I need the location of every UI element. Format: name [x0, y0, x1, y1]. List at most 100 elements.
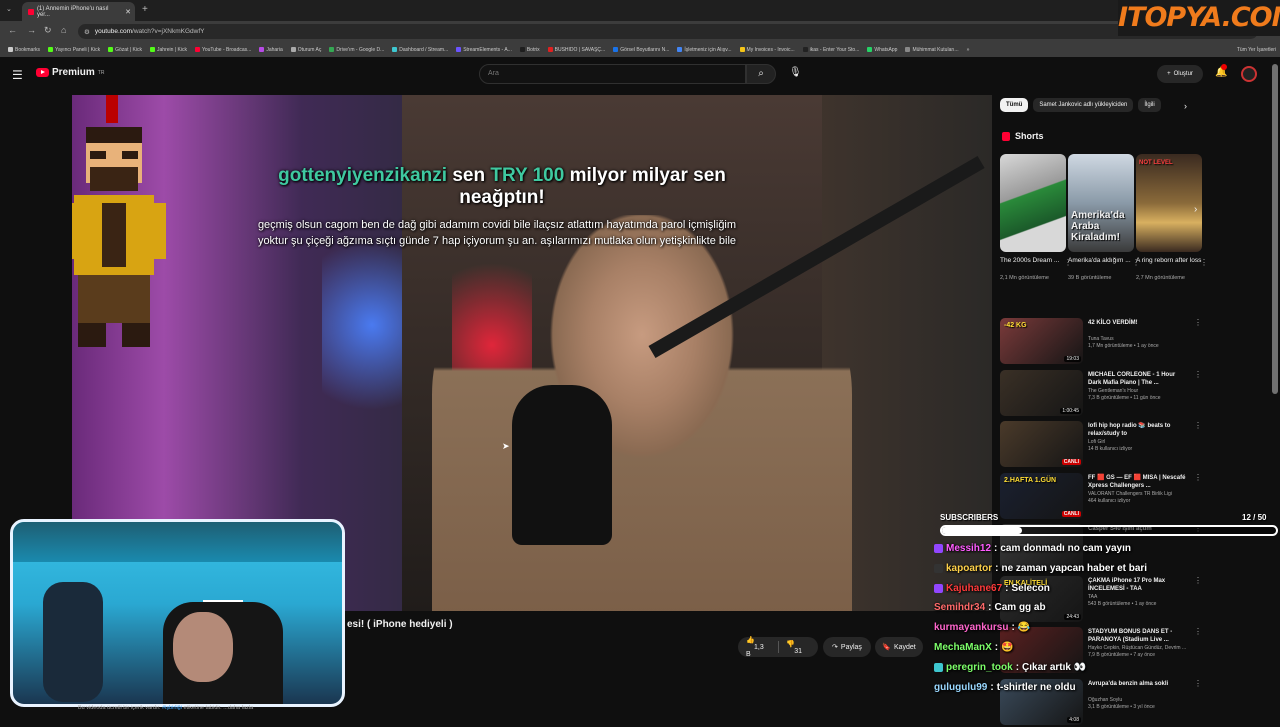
filter-chip[interactable]: Tümü	[1000, 98, 1029, 112]
site-info-icon[interactable]: ⚙	[84, 28, 90, 36]
short-thumbnail[interactable]	[1000, 154, 1066, 252]
home-icon[interactable]: ⌂	[61, 25, 66, 35]
recommendation-title[interactable]: Avrupa'da benzin alma sokli	[1088, 680, 1188, 688]
browser-tab-active[interactable]: (1) Annemin iPhone'u nasıl yer... ✕	[22, 2, 135, 21]
recommendation-channel[interactable]: VALORANT Challengers TR Birlik Ligi	[1088, 491, 1188, 498]
youtube-premium-logo[interactable]: Premium TR	[36, 67, 104, 78]
bookmark-favicon-icon	[867, 47, 873, 52]
filter-chip[interactable]: İlgili	[1138, 98, 1161, 112]
recommendation-title[interactable]: FF 🟥 GS — EF 🟥 MISA | Nescafé Xpress Cha…	[1088, 474, 1188, 490]
more-options-icon[interactable]: ⋮	[1200, 258, 1208, 267]
dislike-button[interactable]: 👎 31	[778, 640, 818, 655]
recommendation-title[interactable]: STADYUM BONUS DANS ET - PARANOYA (Stadiu…	[1088, 628, 1188, 644]
bookmark-item[interactable]: Botrix	[516, 47, 544, 53]
bookmark-item[interactable]: YouTube - Broadcas...	[191, 47, 255, 53]
bookmark-item[interactable]: Oturum Aç	[287, 47, 326, 53]
tab-search-icon[interactable]: ⌄	[6, 5, 12, 13]
bookmark-item[interactable]: İşletmeniz için Alışv...	[673, 47, 735, 53]
recommendation-item[interactable]: CANLI lofi hip hop radio 📚 beats to relax…	[1000, 421, 1202, 469]
recommendation-title[interactable]: ÇAKMA iPhone 17 Pro Max İNCELEMESİ - TAA	[1088, 577, 1188, 593]
reload-icon[interactable]: ↻	[44, 25, 52, 36]
bookmarks-overflow-icon[interactable]: »	[963, 47, 974, 53]
more-options-icon[interactable]: ⋮	[1194, 473, 1202, 482]
more-options-icon[interactable]: ⋮	[1194, 370, 1202, 379]
more-options-icon[interactable]: ⋮	[1194, 679, 1202, 688]
page-scrollbar[interactable]	[1272, 64, 1278, 394]
back-icon[interactable]: ←	[8, 25, 17, 35]
more-options-icon[interactable]: ⋮	[1194, 421, 1202, 430]
filter-chip[interactable]: Samet Jankovic adlı yükleyiciden	[1033, 98, 1134, 112]
dislike-count: 31	[794, 647, 802, 655]
menu-icon[interactable]: ☰	[12, 68, 23, 82]
recommendation-channel[interactable]: Tuna Tavus	[1088, 336, 1188, 343]
recommendation-meta: 3,1 B görüntüleme • 3 yıl önce	[1088, 703, 1155, 710]
bookmark-item[interactable]: Dashboard / Stream...	[388, 47, 452, 53]
chevron-right-icon[interactable]: ›	[1184, 101, 1187, 111]
search-input[interactable]: Ara	[479, 64, 746, 84]
bookmark-item[interactable]: Bookmarks	[4, 47, 44, 53]
like-button[interactable]: 👍 1,3 B	[738, 636, 778, 658]
recommendation-thumbnail[interactable]: CANLI	[1000, 421, 1083, 467]
webcam-streamer	[173, 612, 233, 682]
bookmark-item[interactable]: Jahrein | Kick	[146, 47, 191, 53]
recommendation-channel[interactable]: Oğuzhan Soylu	[1088, 697, 1188, 704]
short-card[interactable]: The 2000s Dream ... 2,1 Mn görüntüleme ⋮	[1000, 154, 1072, 282]
create-button[interactable]: + Oluştur	[1157, 65, 1203, 83]
recommendation-title[interactable]: MICHAEL CORLEONE - 1 Hour Dark Mafia Pia…	[1088, 371, 1188, 387]
chat-separator: :	[1015, 661, 1020, 673]
filter-chips: Tümü Samet Jankovic adlı yükleyiciden İlgi…	[1000, 98, 1161, 112]
share-button[interactable]: ↷ Paylaş	[823, 637, 871, 657]
bookmark-item[interactable]: StreamElements - A...	[452, 47, 516, 53]
recommendation-thumbnail[interactable]: -42 KG 19:03	[1000, 318, 1083, 364]
voice-search-icon[interactable]: 🎙	[789, 67, 802, 78]
duration-badge: 1:00:45	[1060, 407, 1081, 414]
recommendation-thumbnail[interactable]: 2.HAFTA 1.GÜN CANLI	[1000, 472, 1083, 519]
more-options-icon[interactable]: ⋮	[1194, 318, 1202, 327]
more-options-icon[interactable]: ⋮	[1194, 627, 1202, 636]
chat-username: Messih12	[946, 543, 992, 554]
bookmark-label: Drive'ım - Google D...	[336, 46, 385, 53]
bookmark-item[interactable]: Görsel Boyutlarını N...	[609, 47, 673, 53]
short-card[interactable]: NOT LEVEL A ring reborn after loss 2,7 Mn …	[1136, 154, 1208, 282]
short-views: 2,1 Mn görüntüleme	[1000, 275, 1049, 281]
desc-more[interactable]: ...daha fazla	[223, 705, 253, 711]
short-card[interactable]: Amerika'da Araba Kiraladım! Amerika'da al…	[1068, 154, 1140, 282]
bookmark-item[interactable]: ikas - Enter Your Sto...	[799, 47, 864, 53]
bookmark-label: YouTube - Broadcas...	[201, 46, 252, 53]
new-tab-icon[interactable]: +	[142, 4, 148, 15]
search-button[interactable]: ⌕	[746, 64, 776, 84]
recommendation-thumbnail[interactable]: 1:00:45	[1000, 369, 1083, 416]
save-button[interactable]: 🔖 Kaydet	[875, 637, 923, 657]
recommendation-item[interactable]: 1:00:45 MICHAEL CORLEONE - 1 Hour Dark Ma…	[1000, 369, 1202, 418]
recommendation-title[interactable]: 42 KİLO VERDİM!	[1088, 319, 1188, 327]
bookmark-item[interactable]: WhatsApp	[863, 47, 901, 53]
recommendation-channel[interactable]: Lofi Girl	[1088, 439, 1188, 446]
notification-badge	[1221, 64, 1227, 70]
recommendation-channel[interactable]: Hayko Cepkin, Rüştücan Gündüz, Devrim ..…	[1088, 645, 1188, 652]
close-tab-icon[interactable]: ✕	[125, 8, 131, 16]
url-field[interactable]: ⚙ youtube.com/watch?v=jXNkmKGdwfY	[78, 24, 1258, 39]
recommendation-title[interactable]: lofi hip hop radio 📚 beats to relax/stud…	[1088, 422, 1188, 438]
short-thumbnail[interactable]: NOT LEVEL	[1136, 154, 1202, 252]
bookmark-item[interactable]: Jaharia	[255, 47, 286, 53]
account-avatar[interactable]	[1241, 66, 1257, 82]
bookmark-item[interactable]: My Invoices - Invoic...	[736, 47, 799, 53]
bookmark-item[interactable]: Drive'ım - Google D...	[325, 47, 388, 53]
recommendation-channel[interactable]: The Gentleman's Hour	[1088, 388, 1188, 395]
bookmark-label: Gözat | Kick	[115, 46, 143, 53]
bookmark-item[interactable]: Gözat | Kick	[104, 47, 146, 53]
recommendation-channel[interactable]: TAA	[1088, 594, 1188, 601]
chevron-right-icon[interactable]: ›	[1194, 204, 1197, 215]
pixel-character-overlay	[72, 95, 166, 347]
desc-hashtag[interactable]: #işbirliği	[162, 705, 182, 711]
all-bookmarks-folder[interactable]: Tüm Yer İşaretleri	[1233, 47, 1280, 53]
video-description[interactable]: Bu videoda ücretli bir içerik vardır. #i…	[78, 705, 253, 711]
recommendation-item[interactable]: -42 KG 19:03 42 KİLO VERDİM! Tuna Tavus 1,7 …	[1000, 318, 1202, 366]
itopya-watermark-logo: ITOPYA.COM	[1118, 0, 1280, 36]
more-options-icon[interactable]: ⋮	[1194, 576, 1202, 585]
forward-icon[interactable]: →	[27, 25, 36, 35]
bookmark-item[interactable]: BUSHIDO | SAVAŞÇ...	[544, 47, 610, 53]
bookmark-item[interactable]: Mühimmat Kutuları...	[901, 47, 962, 53]
short-thumbnail[interactable]: Amerika'da Araba Kiraladım!	[1068, 154, 1134, 252]
bookmark-item[interactable]: Yayıncı Paneli | Kick	[44, 47, 104, 53]
